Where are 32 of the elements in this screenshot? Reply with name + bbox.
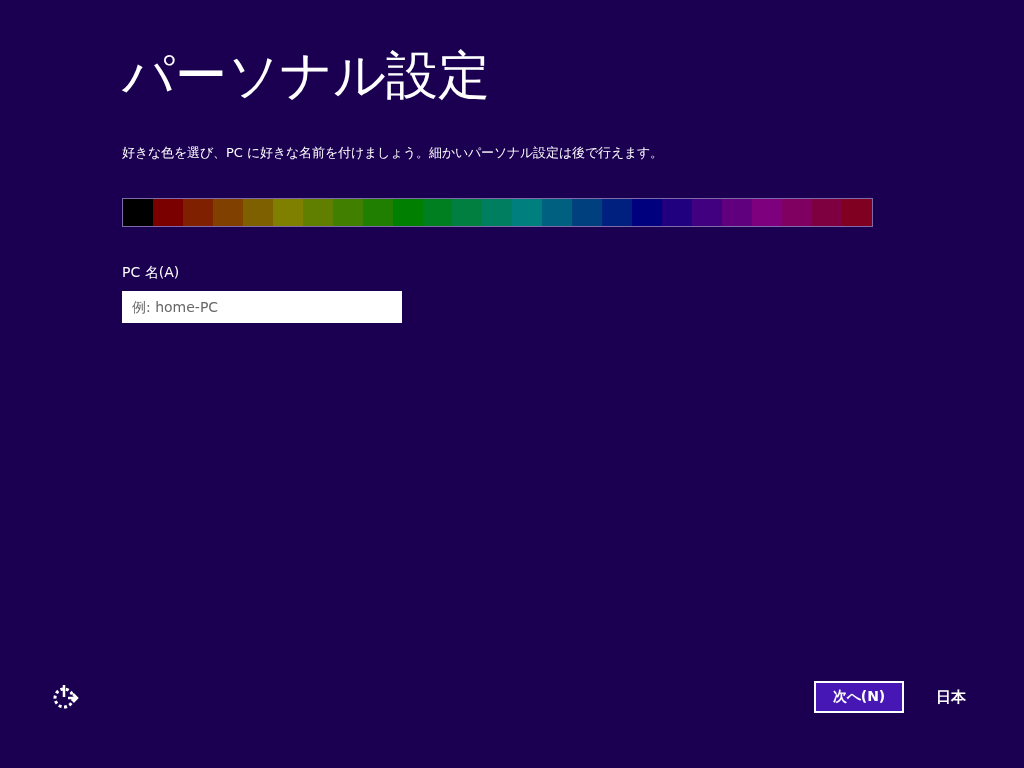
color-swatch[interactable] <box>392 199 423 226</box>
color-swatch[interactable] <box>212 199 243 226</box>
color-swatch[interactable] <box>632 199 663 226</box>
color-swatch[interactable] <box>841 199 872 226</box>
color-swatch[interactable] <box>752 199 782 226</box>
color-swatch[interactable] <box>152 199 183 226</box>
color-swatch[interactable] <box>332 199 363 226</box>
accessibility-icon[interactable] <box>52 684 80 710</box>
color-swatch[interactable] <box>452 199 483 226</box>
color-swatch[interactable] <box>422 199 453 226</box>
color-swatch[interactable] <box>242 199 273 226</box>
color-swatch[interactable] <box>781 199 812 226</box>
page-title: パーソナル設定 <box>122 44 490 107</box>
color-swatch[interactable] <box>182 199 213 226</box>
color-swatch[interactable] <box>512 199 543 226</box>
color-swatch[interactable] <box>572 199 603 226</box>
color-swatch[interactable] <box>302 199 333 226</box>
color-swatch[interactable] <box>722 199 752 226</box>
color-swatch[interactable] <box>362 199 393 226</box>
color-swatch[interactable] <box>123 199 153 226</box>
color-swatch[interactable] <box>811 199 842 226</box>
color-swatch[interactable] <box>482 199 513 226</box>
color-swatch[interactable] <box>662 199 693 226</box>
next-button[interactable]: 次へ(N) <box>814 681 904 713</box>
language-link[interactable]: 日本 <box>936 687 972 707</box>
pc-name-field[interactable]: 例: home-PC <box>122 291 402 323</box>
color-swatch[interactable] <box>692 199 723 226</box>
color-swatch[interactable] <box>542 199 573 226</box>
field-label: PC 名(A) <box>122 264 180 282</box>
color-swatch[interactable] <box>272 199 303 226</box>
color-swatch[interactable] <box>602 199 633 226</box>
description-text: 好きな色を選び、PC に好きな名前を付けましょう。細かいパーソナル設定は後で行えます。 <box>122 144 664 162</box>
